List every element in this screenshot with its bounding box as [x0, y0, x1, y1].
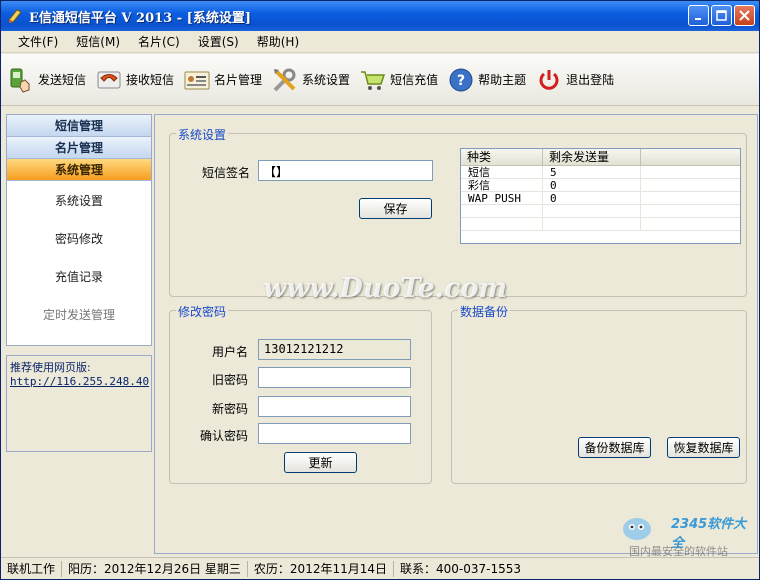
table-row-empty — [461, 218, 740, 231]
column-header-type[interactable]: 种类 — [461, 149, 543, 165]
maximize-button[interactable] — [711, 5, 732, 26]
old-password-label: 旧密码 — [211, 373, 248, 387]
recommend-title: 推荐使用网页版: — [10, 361, 91, 374]
sidebar-item-recharge-records[interactable]: 充值记录 — [7, 257, 151, 295]
close-button[interactable] — [734, 5, 755, 26]
sms-recharge-button[interactable]: 短信充值 — [359, 66, 438, 94]
menu-settings[interactable]: 设置(S) — [189, 33, 248, 50]
toolbar-label: 名片管理 — [214, 73, 263, 87]
status-mode: 联机工作 — [1, 560, 63, 577]
old-password-field[interactable] — [258, 367, 411, 388]
sidebar-header-system[interactable]: 系统管理 — [7, 159, 151, 181]
minimize-icon — [694, 17, 701, 20]
signature-label: 短信签名 — [201, 166, 250, 180]
toolbar: 发送短信 接收短信 名片管理 系统设置 短信充值 ? 帮助主题 退出登陆 — [1, 54, 759, 106]
table-row[interactable]: 彩信 0 — [461, 179, 740, 192]
main-panel: 系统设置 短信签名 【】 保存 种类 剩余发送量 短信 5 彩信 0 WAP P… — [154, 114, 758, 554]
table-cell — [641, 192, 740, 204]
help-topics-button[interactable]: ? 帮助主题 — [447, 66, 526, 94]
status-solar-date: 阳历：2012年12月26日 星期三 — [62, 560, 248, 577]
menu-help[interactable]: 帮助(H) — [248, 33, 308, 50]
status-contact: 联系：400-037-1553 — [400, 561, 522, 576]
change-password-legend: 修改密码 — [176, 303, 229, 320]
username-field: 13012121212 — [258, 339, 411, 360]
column-header-blank — [641, 149, 740, 165]
table-header: 种类 剩余发送量 — [461, 149, 740, 166]
power-icon — [539, 69, 559, 90]
data-backup-legend: 数据备份 — [458, 303, 511, 320]
sidebar: 短信管理 名片管理 系统管理 系统设置 密码修改 充值记录 定时发送管理 — [6, 114, 152, 346]
card-manage-button[interactable]: 名片管理 — [183, 66, 262, 94]
title-bar[interactable]: E信通短信平台 V 2013 - [系统设置] — [1, 1, 759, 31]
logout-button[interactable]: 退出登陆 — [535, 66, 614, 94]
maximize-icon — [716, 10, 727, 21]
phone-receive-icon — [97, 71, 121, 88]
toolbar-label: 短信充值 — [390, 73, 439, 87]
table-cell: 0 — [543, 192, 641, 205]
confirm-password-label: 确认密码 — [199, 429, 248, 443]
save-button[interactable]: 保存 — [359, 198, 432, 219]
menu-bar: 文件(F) 短信(M) 名片(C) 设置(S) 帮助(H) — [1, 31, 759, 53]
cart-icon — [361, 70, 386, 90]
status-bar: 联机工作 阳历：2012年12月26日 星期三 农历：2012年11月14日 联… — [1, 557, 759, 579]
toolbar-label: 系统设置 — [302, 73, 351, 87]
table-cell: 5 — [543, 166, 641, 179]
column-header-remaining[interactable]: 剩余发送量 — [543, 149, 641, 165]
sidebar-header-card[interactable]: 名片管理 — [7, 137, 151, 159]
mascot-icon — [623, 518, 651, 540]
receive-sms-button[interactable]: 接收短信 — [95, 66, 174, 94]
restore-database-button[interactable]: 恢复数据库 — [667, 437, 740, 458]
duote-watermark: www.DuoTe.com — [263, 273, 508, 304]
tools-icon — [273, 68, 296, 91]
close-icon — [739, 10, 750, 21]
table-row[interactable]: WAP PUSH 0 — [461, 192, 740, 205]
username-label: 用户名 — [211, 345, 248, 359]
backup-database-button[interactable]: 备份数据库 — [578, 437, 651, 458]
sidebar-header-sms[interactable]: 短信管理 — [7, 115, 151, 137]
table-cell — [641, 166, 740, 178]
corner-logo: 2345软件大全 国内最安全的软件站 — [619, 511, 759, 558]
business-card-icon — [184, 71, 210, 89]
toolbar-label: 接收短信 — [126, 73, 175, 87]
menu-card[interactable]: 名片(C) — [129, 33, 189, 50]
minimize-button[interactable] — [688, 5, 709, 26]
quota-table: 种类 剩余发送量 短信 5 彩信 0 WAP PUSH 0 — [460, 148, 741, 244]
help-icon: ? — [449, 68, 473, 91]
menu-file[interactable]: 文件(F) — [9, 33, 67, 50]
confirm-password-field[interactable] — [258, 423, 411, 444]
app-window: E信通短信平台 V 2013 - [系统设置] 文件(F) 短信(M) 名片(C… — [0, 0, 760, 580]
send-sms-icon — [10, 68, 30, 93]
toolbar-label: 退出登陆 — [566, 73, 615, 87]
table-cell: 短信 — [461, 166, 543, 179]
app-icon — [8, 9, 22, 23]
table-row[interactable]: 短信 5 — [461, 166, 740, 179]
signature-input[interactable]: 【】 — [258, 160, 433, 181]
web-version-link[interactable]: http://116.255.248.40 — [10, 375, 149, 388]
table-row-empty — [461, 205, 740, 218]
recommend-panel: 推荐使用网页版: http://116.255.248.40 — [6, 355, 152, 452]
change-password-group: 修改密码 用户名 13012121212 旧密码 新密码 确认密码 更新 — [169, 303, 432, 484]
data-backup-group: 数据备份 备份数据库 恢复数据库 — [451, 303, 747, 484]
sidebar-item-system-settings[interactable]: 系统设置 — [7, 181, 151, 219]
toolbar-label: 发送短信 — [38, 73, 87, 87]
sidebar-item-scheduled-send[interactable]: 定时发送管理 — [7, 295, 151, 333]
svg-text:?: ? — [457, 73, 465, 89]
new-password-label: 新密码 — [211, 402, 248, 416]
table-cell: 0 — [543, 179, 641, 192]
table-cell — [641, 179, 740, 191]
update-button[interactable]: 更新 — [284, 452, 357, 473]
system-settings-button[interactable]: 系统设置 — [271, 66, 350, 94]
send-sms-button[interactable]: 发送短信 — [7, 66, 86, 94]
table-cell: 彩信 — [461, 179, 543, 192]
window-title: E信通短信平台 V 2013 - [系统设置] — [29, 10, 251, 26]
new-password-field[interactable] — [258, 396, 411, 417]
sidebar-item-change-password[interactable]: 密码修改 — [7, 219, 151, 257]
system-settings-legend: 系统设置 — [176, 126, 229, 143]
menu-sms[interactable]: 短信(M) — [67, 33, 129, 50]
status-lunar-date: 农历：2012年11月14日 — [248, 560, 395, 577]
toolbar-label: 帮助主题 — [478, 73, 527, 87]
table-cell: WAP PUSH — [461, 192, 543, 205]
